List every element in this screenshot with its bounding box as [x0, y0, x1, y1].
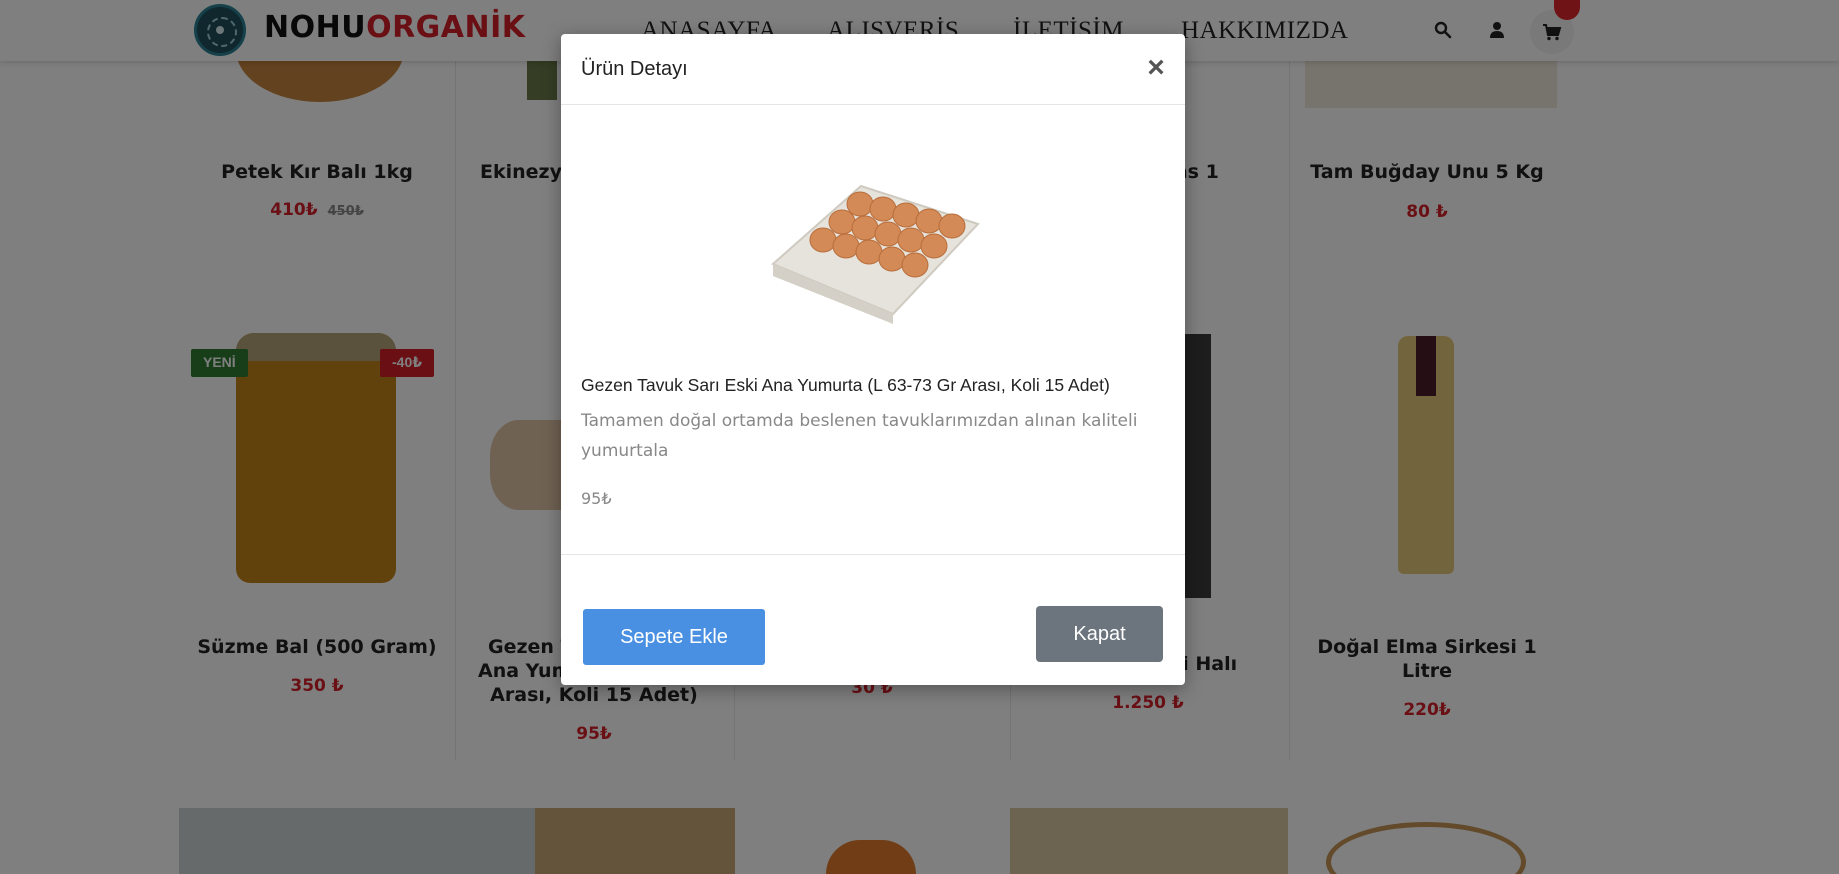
product-detail-modal: Ürün Detayı × Gezen Tavuk Sarı Eski Ana … — [561, 34, 1185, 685]
product-name: Gezen Tavuk Sarı Eski Ana Yumurta (L 63-… — [581, 375, 1110, 395]
close-button[interactable]: Kapat — [1036, 606, 1163, 662]
close-icon[interactable]: × — [1144, 53, 1168, 83]
modal-header: Ürün Detayı × — [561, 34, 1185, 105]
add-to-cart-button[interactable]: Sepete Ekle — [583, 609, 765, 665]
modal-title: Ürün Detayı — [581, 58, 688, 80]
product-description: Tamamen doğal ortamda beslenen tavukları… — [581, 411, 1138, 461]
modal-footer-divider — [561, 554, 1185, 555]
product-image-egg-carton — [771, 184, 980, 324]
product-price: 95₺ — [581, 489, 612, 508]
